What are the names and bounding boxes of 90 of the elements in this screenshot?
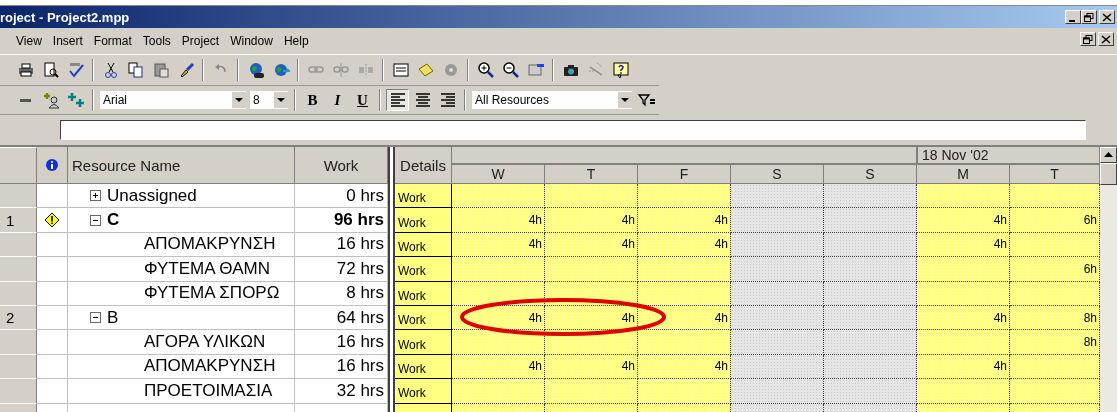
day-header: S [731, 164, 824, 184]
entry-field[interactable] [60, 120, 1086, 140]
menu-item[interactable]: Project [181, 34, 220, 48]
row-header[interactable]: 2 [0, 305, 37, 331]
close-button[interactable] [1099, 10, 1115, 24]
day-header: T [545, 164, 638, 184]
warning-icon [44, 212, 60, 229]
info-icon [46, 159, 58, 171]
day-header: W [452, 164, 545, 184]
row-header[interactable] [0, 281, 37, 306]
menu-item[interactable]: View [16, 34, 42, 48]
timephased-cell: 4h [917, 232, 1010, 258]
row-header[interactable]: 1 [0, 208, 37, 233]
resource-name: ΦΥΤΕΜΑ ΘΑΜΝ [144, 258, 271, 279]
detail-label: Work [395, 184, 452, 209]
timephased-cell: 8h [1010, 305, 1100, 331]
align-left-icon[interactable] [386, 89, 409, 111]
detail-label: Work [395, 330, 452, 355]
restore-button[interactable] [1081, 10, 1097, 24]
day-header: S [824, 164, 917, 184]
detail-label: Work [395, 281, 452, 306]
row-header[interactable] [0, 379, 37, 404]
detail-label: Work [395, 379, 452, 404]
timephased-cell: 4h [638, 232, 731, 258]
resource-name: B [107, 307, 119, 328]
timephased-cell: 4h [452, 354, 545, 380]
timephased-cell: 6h [1010, 208, 1100, 233]
column-header[interactable]: Details [395, 147, 452, 184]
row-header[interactable] [0, 330, 37, 355]
caret-icon[interactable] [232, 92, 246, 108]
timephased-cell: 4h [545, 232, 638, 258]
timephased-cell: 4h [917, 354, 1010, 380]
day-header: F [638, 164, 731, 184]
italic-button[interactable]: I [326, 89, 349, 111]
menu-item[interactable]: Format [93, 34, 132, 48]
underline-button[interactable]: U [351, 89, 374, 111]
detail-label: Work [395, 208, 452, 233]
restore-button[interactable] [1080, 32, 1096, 46]
menu-item[interactable]: Window [230, 34, 273, 48]
menu-item[interactable]: Insert [52, 34, 83, 48]
resource-name: C [107, 210, 120, 231]
row-header[interactable] [0, 257, 37, 282]
expander-icon[interactable] [90, 312, 101, 324]
timephased-cell: 4h [545, 208, 638, 233]
font-size-dropdown[interactable]: 8 [249, 90, 289, 110]
expander-icon[interactable] [90, 214, 101, 226]
scroll-up-arrow-icon[interactable] [1104, 152, 1113, 158]
date-header: 18 Nov '02 [917, 147, 1100, 164]
resource-name: ΑΠΟΜΑΚΡΥΝΣΗ [144, 234, 276, 255]
resource-name: ΦΥΤΕΜΑ ΣΠΟΡΩ [144, 283, 280, 304]
filter-dropdown[interactable]: All Resources [471, 90, 633, 110]
row-header[interactable] [0, 354, 37, 380]
minimize-button[interactable] [1065, 10, 1081, 24]
timephased-cell: 4h [545, 354, 638, 380]
timephased-cell: 4h [917, 208, 1010, 233]
day-header: T [1010, 164, 1100, 184]
timephased-cell: 4h [452, 232, 545, 258]
column-header[interactable]: Resource Name [68, 147, 295, 184]
split-bar[interactable] [388, 147, 395, 184]
day-header: M [917, 164, 1010, 184]
scroll-thumb[interactable] [1100, 163, 1117, 185]
scrollbar[interactable] [1100, 147, 1117, 412]
timephased-cell: 4h [917, 305, 1010, 331]
font-dropdown[interactable]: Arial [99, 90, 247, 110]
timephased-cell: 6h [1010, 257, 1100, 282]
menu-item[interactable]: Help [283, 34, 309, 48]
timephased-cell: 4h [638, 354, 731, 380]
minimize-icon [1069, 19, 1075, 22]
expander-icon[interactable] [90, 190, 101, 202]
close-button[interactable] [1098, 32, 1114, 46]
caret-icon[interactable] [274, 92, 288, 108]
row-header[interactable] [0, 184, 37, 209]
resource-name: Unassigned [107, 185, 197, 206]
menu-item[interactable]: Tools [142, 34, 171, 48]
detail-label: Work [395, 232, 452, 258]
window-title: roject - Project2.mpp [0, 9, 130, 25]
bold-button[interactable]: B [301, 89, 324, 111]
timephased-cell: 4h [452, 208, 545, 233]
select-all-cell[interactable] [0, 147, 37, 184]
resource-name: ΑΠΟΜΑΚΡΥΝΣΗ [144, 356, 276, 377]
resource-name: ΑΓΟΡΑ ΥΛΙΚΩΝ [144, 332, 266, 353]
row-header[interactable] [0, 232, 37, 258]
resource-name: ΠΡΟΕΤΟΙΜΑΣΙΑ [144, 380, 273, 401]
column-header[interactable]: Work [295, 147, 388, 184]
detail-label: Work [395, 305, 452, 331]
timephased-cell: 8h [1010, 330, 1100, 355]
timephased-cell: 4h [638, 208, 731, 233]
caret-icon[interactable] [618, 92, 632, 108]
detail-label: Work [395, 354, 452, 380]
detail-label: Work [395, 257, 452, 282]
